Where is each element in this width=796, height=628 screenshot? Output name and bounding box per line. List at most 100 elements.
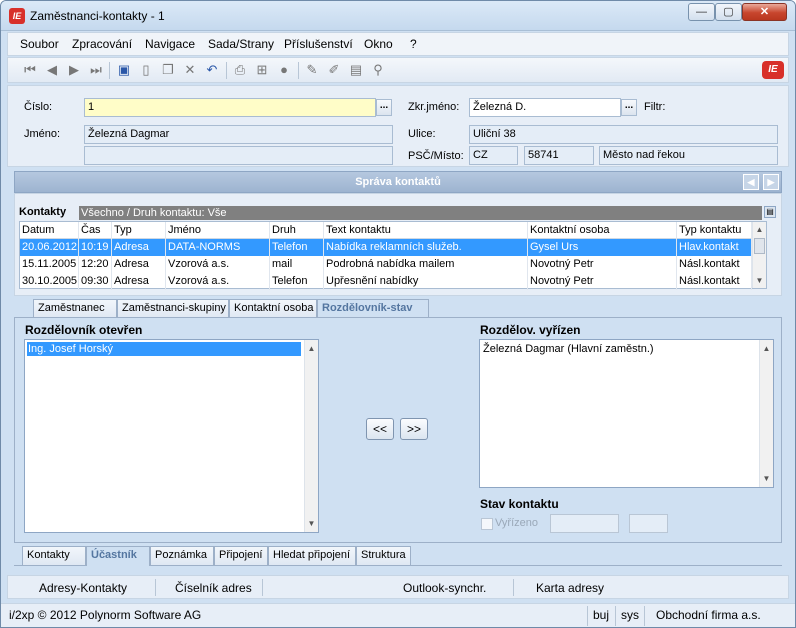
scroll-up-icon[interactable]: ▲ — [760, 342, 773, 355]
filter-icon[interactable]: ⚲ — [370, 62, 386, 78]
first-record-icon[interactable]: ⏮ — [22, 62, 38, 78]
copy-icon[interactable]: ❐ — [160, 62, 176, 78]
grid-options-icon[interactable]: ▤ — [764, 206, 776, 218]
menu-prislusenstvi[interactable]: Příslušenství — [284, 37, 353, 51]
print-icon[interactable]: ⎙ — [232, 62, 248, 78]
status-separator — [587, 606, 588, 626]
new-icon[interactable]: ▯ — [138, 62, 154, 78]
toolbar: ⏮ ◀ ▶ ⏭ ▣ ▯ ❐ ✕ ↶ ⎙ ⊞ ● ✎ ✐ ▤ ⚲ IE — [7, 57, 789, 83]
tab-rozdelovnik-stav[interactable]: Rozdělovník-stav — [317, 299, 429, 319]
col-druh[interactable]: Druh — [270, 222, 324, 239]
tab-ucastnik[interactable]: Účastník — [86, 546, 150, 566]
edit-alt-icon[interactable]: ✐ — [326, 62, 342, 78]
table-row[interactable]: 30.10.2005 09:30 Adresa Vzorová a.s. Tel… — [20, 273, 766, 290]
country-field[interactable]: CZ — [469, 146, 518, 165]
minimize-button[interactable]: — — [688, 3, 715, 21]
ciselnik-adres-button[interactable]: Číselník adres — [175, 581, 252, 595]
vyrizeno-date-field[interactable] — [550, 514, 619, 533]
open-list-scrollbar[interactable]: ▲ ▼ — [304, 340, 318, 532]
col-cas[interactable]: Čas — [79, 222, 112, 239]
status-separator — [644, 606, 645, 626]
next-record-icon[interactable]: ▶ — [66, 62, 82, 78]
app-logo-icon: IE — [9, 8, 25, 24]
jmeno-field[interactable]: Železná Dagmar — [84, 125, 393, 144]
cislo-field[interactable]: 1 — [84, 98, 376, 117]
maximize-button[interactable]: ▢ — [715, 3, 742, 21]
edit-icon[interactable]: ✎ — [304, 62, 320, 78]
filtr-label: Filtr: — [644, 101, 666, 113]
menu-navigace[interactable]: Navigace — [145, 37, 195, 51]
outlook-synchr-button[interactable]: Outlook-synchr. — [403, 581, 486, 595]
tab-struktura[interactable]: Struktura — [356, 546, 411, 565]
col-osoba[interactable]: Kontaktní osoba — [528, 222, 677, 239]
undo-icon[interactable]: ↶ — [204, 62, 220, 78]
menu-zpracovani[interactable]: Zpracování — [72, 37, 132, 51]
menu-help[interactable]: ? — [410, 37, 417, 51]
tab-poznamka[interactable]: Poznámka — [150, 546, 214, 565]
col-jmeno[interactable]: Jméno — [166, 222, 270, 239]
section-next-icon[interactable]: ▶ — [763, 174, 779, 190]
last-record-icon[interactable]: ⏭ — [88, 62, 104, 78]
col-text[interactable]: Text kontaktu — [324, 222, 528, 239]
menu-soubor[interactable]: Soubor — [20, 37, 59, 51]
cell: Telefon — [270, 239, 324, 256]
address-form: Číslo: 1 ... Jméno: Železná Dagmar Zkr.j… — [7, 85, 789, 167]
contacts-filter-bar[interactable]: Všechno / Druh kontaktu: Vše — [79, 206, 762, 220]
tree-icon[interactable]: ⊞ — [254, 62, 270, 78]
scroll-down-icon[interactable]: ▼ — [760, 472, 773, 485]
col-typ-kontaktu[interactable]: Typ kontaktu — [677, 222, 752, 239]
karta-adresy-button[interactable]: Karta adresy — [536, 581, 604, 595]
done-list-scrollbar[interactable]: ▲ ▼ — [759, 340, 773, 487]
adresy-kontakty-button[interactable]: Adresy-Kontakty — [39, 581, 127, 595]
delete-icon[interactable]: ✕ — [182, 62, 198, 78]
move-left-button[interactable]: << — [366, 418, 394, 440]
zkr-jmeno-lookup-button[interactable]: ... — [621, 99, 637, 116]
psc-field[interactable]: 58741 — [524, 146, 594, 165]
scroll-thumb[interactable] — [754, 238, 765, 254]
done-distribution-list[interactable]: Železná Dagmar (Hlavní zaměstn.) ▲ ▼ — [479, 339, 774, 488]
open-distribution-list[interactable]: Ing. Josef Horský ▲ ▼ — [24, 339, 319, 533]
prev-record-icon[interactable]: ◀ — [44, 62, 60, 78]
scroll-down-icon[interactable]: ▼ — [753, 274, 766, 287]
grid-scrollbar[interactable]: ▲ ▼ — [752, 222, 766, 288]
tab-zamestnanci-skupiny[interactable]: Zaměstnanci-skupiny — [117, 299, 229, 318]
scroll-up-icon[interactable]: ▲ — [753, 223, 766, 236]
zkr-jmeno-field[interactable]: Železná D. — [469, 98, 621, 117]
tab-pripojeni[interactable]: Připojení — [214, 546, 268, 565]
mesto-field[interactable]: Město nad řekou — [599, 146, 778, 165]
table-row[interactable]: 20.06.2012 10:19 Adresa DATA-NORMS Telef… — [20, 239, 766, 256]
status-user: buj — [593, 608, 610, 622]
app-window: IE Zaměstnanci-kontakty - 1 — ▢ ✕ Soubor… — [0, 0, 796, 628]
tab-zamestnanec[interactable]: Zaměstnanec — [33, 299, 117, 318]
tab-kontaktni-osoba[interactable]: Kontaktní osoba — [229, 299, 317, 318]
cell: DATA-NORMS — [166, 239, 270, 256]
section-prev-icon[interactable]: ◀ — [743, 174, 759, 190]
tab-kontakty[interactable]: Kontakty — [22, 546, 86, 565]
col-typ[interactable]: Typ — [112, 222, 166, 239]
contacts-panel: Kontakty Všechno / Druh kontaktu: Vše ▤ … — [14, 193, 782, 296]
cell: 09:30 — [79, 273, 112, 290]
cislo-lookup-button[interactable]: ... — [376, 99, 392, 116]
scroll-down-icon[interactable]: ▼ — [305, 517, 318, 530]
stop-icon[interactable]: ● — [276, 62, 292, 78]
save-icon[interactable]: ▣ — [116, 62, 132, 78]
tab-hledat-pripojeni[interactable]: Hledat připojení — [268, 546, 356, 565]
close-button[interactable]: ✕ — [742, 3, 787, 21]
scroll-up-icon[interactable]: ▲ — [305, 342, 318, 355]
table-row[interactable]: 15.11.2005 12:20 Adresa Vzorová a.s. mai… — [20, 256, 766, 273]
toolbar-separator — [298, 62, 299, 79]
table-icon[interactable]: ▤ — [348, 62, 364, 78]
cell: 10:19 — [79, 239, 112, 256]
jmeno-field-2[interactable] — [84, 146, 393, 165]
menu-okno[interactable]: Okno — [364, 37, 393, 51]
vyrizeno-checkbox[interactable] — [481, 518, 493, 530]
footer-buttons: Adresy-Kontakty Číselník adres Outlook-s… — [7, 575, 789, 599]
jmeno-label: Jméno: — [24, 128, 61, 140]
menu-sada-strany[interactable]: Sada/Strany — [208, 37, 274, 51]
move-right-button[interactable]: >> — [400, 418, 428, 440]
list-item[interactable]: Ing. Josef Horský — [27, 342, 301, 356]
col-datum[interactable]: Datum — [20, 222, 79, 239]
vyrizeno-time-field[interactable] — [629, 514, 668, 533]
list-item[interactable]: Železná Dagmar (Hlavní zaměstn.) — [482, 342, 756, 356]
ulice-field[interactable]: Uliční 38 — [469, 125, 778, 144]
